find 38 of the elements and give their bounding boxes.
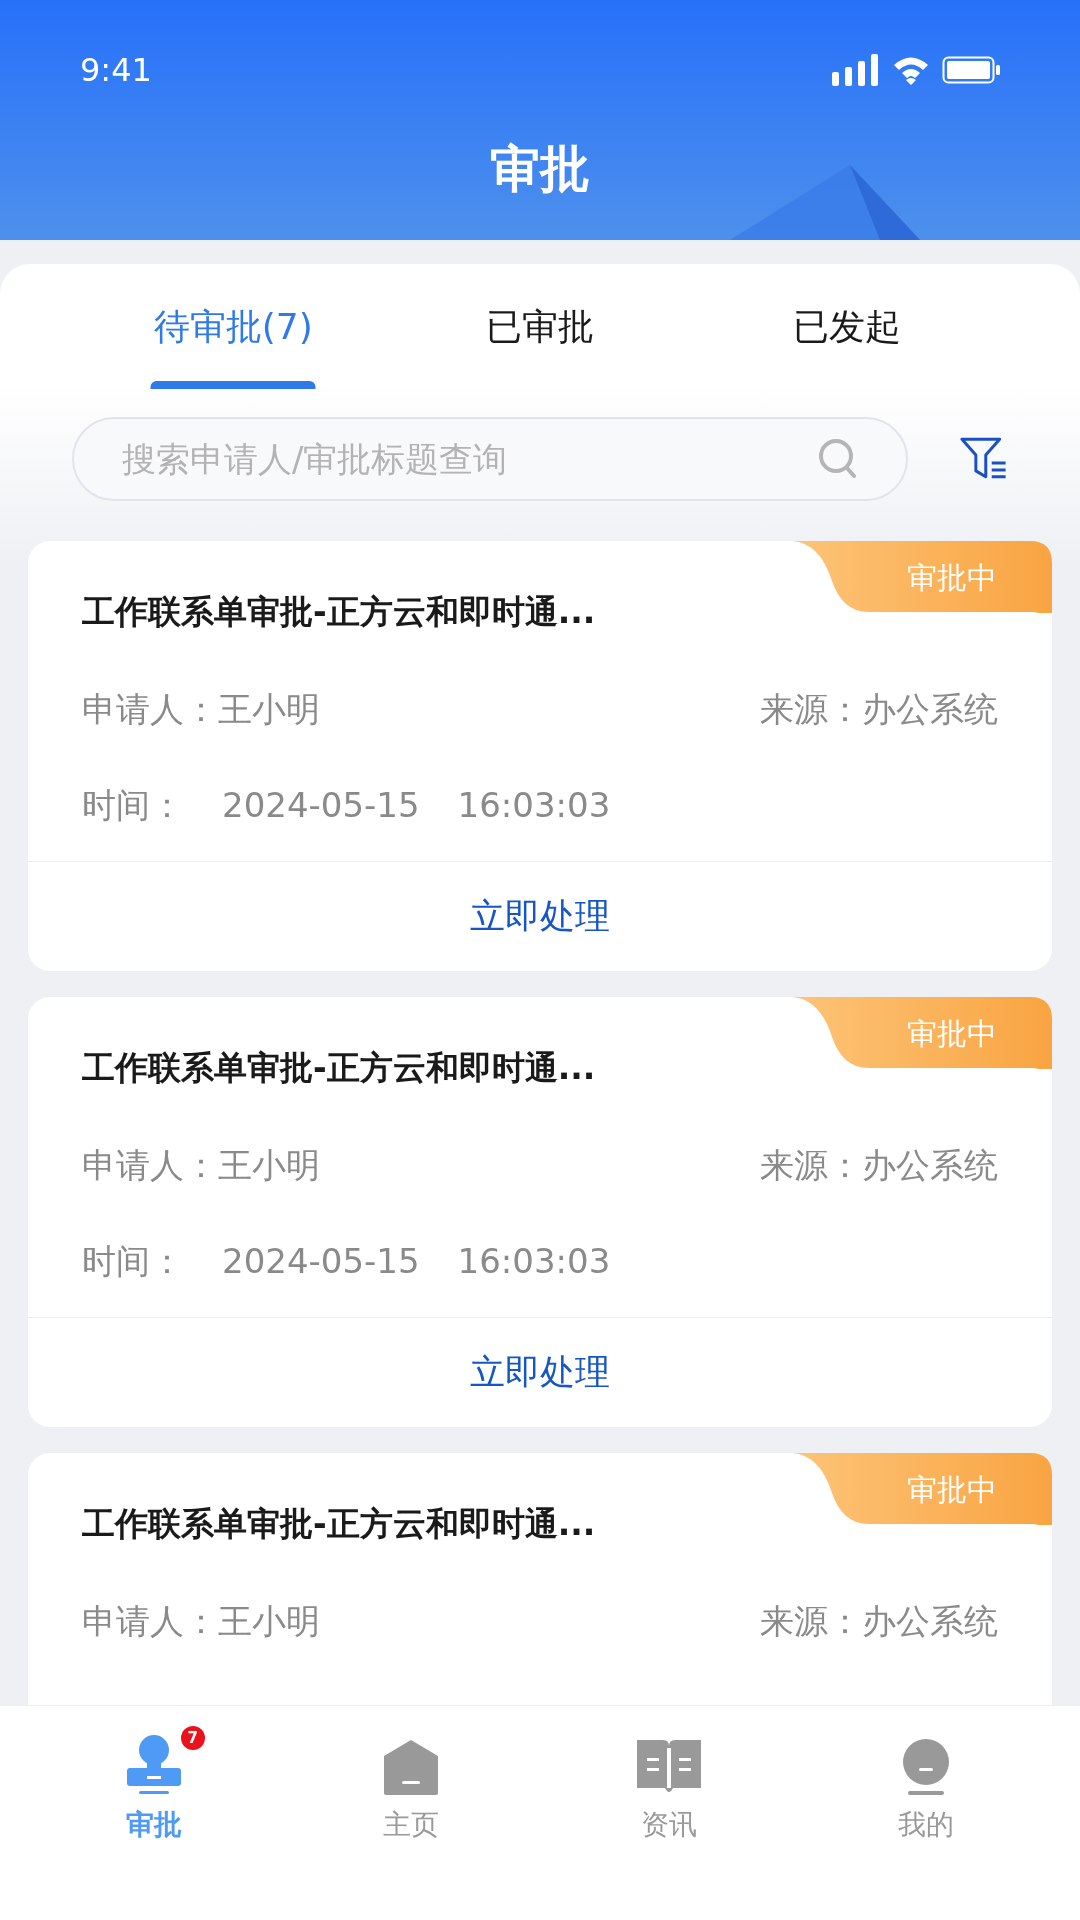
tab[interactable]: 已发起 xyxy=(693,264,1000,389)
page-title: 审批 xyxy=(490,139,590,200)
process-link[interactable]: 立即处理 xyxy=(470,1346,610,1399)
stamp-icon xyxy=(124,1734,183,1796)
source-text: 来源：办公系统 xyxy=(760,1144,998,1187)
tab[interactable]: 待审批(7) xyxy=(80,264,387,389)
count-badge: 7 xyxy=(180,1726,205,1750)
time-label: 时间： xyxy=(82,784,184,827)
filter-icon[interactable] xyxy=(960,437,1008,481)
applicant-text: 申请人：王小明 xyxy=(82,1144,320,1187)
nav-tab[interactable]: 我的 xyxy=(797,1722,1055,1846)
user-icon xyxy=(901,1738,952,1796)
status-badge: 审批中 xyxy=(792,541,1052,613)
tab[interactable]: 已审批 xyxy=(386,264,694,389)
status-badge: 审批中 xyxy=(792,1453,1052,1525)
card-title: 工作联系单审批-正方云和即时通... xyxy=(82,1503,597,1545)
time-text: 16:03:03 xyxy=(457,784,611,827)
signal-icon xyxy=(832,54,880,86)
nav-tab[interactable]: 主页 xyxy=(282,1722,540,1846)
card-title: 工作联系单审批-正方云和即时通... xyxy=(82,591,597,633)
nav-tab[interactable]: 资讯 xyxy=(540,1722,798,1846)
status-time: 9:41 xyxy=(80,50,152,91)
search-input[interactable]: 搜索申请人/审批标题查询 xyxy=(122,433,819,485)
time-text: 16:03:03 xyxy=(457,1240,611,1283)
source-text: 来源：办公系统 xyxy=(760,1600,998,1643)
date-text: 2024-05-15 xyxy=(222,784,420,827)
card-title: 工作联系单审批-正方云和即时通... xyxy=(82,1047,597,1089)
applicant-text: 申请人：王小明 xyxy=(82,688,320,731)
source-text: 来源：办公系统 xyxy=(760,688,998,731)
nav-tab[interactable]: 7 审批 xyxy=(25,1722,283,1846)
time-label: 时间： xyxy=(82,1240,184,1283)
date-text: 2024-05-15 xyxy=(222,1240,420,1283)
applicant-text: 申请人：王小明 xyxy=(82,1600,320,1643)
battery-icon xyxy=(942,56,1000,84)
wifi-icon xyxy=(892,55,930,85)
home-icon xyxy=(382,1738,441,1796)
search-field[interactable]: 搜索申请人/审批标题查询 xyxy=(72,417,909,501)
process-link[interactable]: 立即处理 xyxy=(470,890,610,943)
